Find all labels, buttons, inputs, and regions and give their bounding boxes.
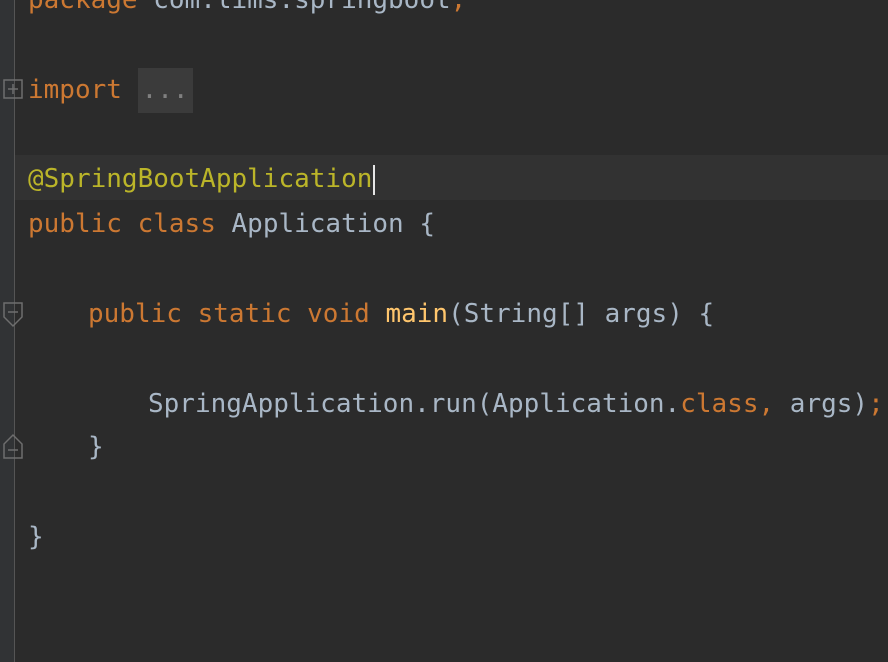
code-line-package[interactable]: package com.lims.springboot; [28, 0, 466, 23]
code-line-class-decl[interactable]: public class Application { [28, 202, 435, 247]
fold-expand-icon[interactable] [3, 79, 23, 99]
keyword: import [28, 75, 122, 105]
code-line-class-close[interactable]: } [28, 515, 44, 560]
annotation: @SpringBootApplication [28, 164, 373, 194]
keyword: package [28, 0, 138, 15]
keyword: class [137, 209, 216, 239]
keyword: class [680, 389, 759, 419]
semicolon: ; [868, 389, 884, 419]
code-line-run-call[interactable]: SpringApplication.run(Application.class,… [148, 382, 884, 427]
keyword: public [88, 299, 182, 329]
code-line-main-decl[interactable]: public static void main(String[] args) { [88, 292, 714, 337]
code-line-annotation[interactable]: @SpringBootApplication [28, 157, 376, 202]
method-params: (String[] args) { [448, 299, 715, 329]
code-line-import[interactable]: import ... [28, 68, 193, 113]
comma: , [758, 389, 775, 419]
closing-brace: } [28, 522, 44, 552]
semicolon: ; [450, 0, 467, 15]
keyword: void [307, 299, 370, 329]
fold-collapse-icon[interactable] [3, 433, 23, 459]
keyword: static [197, 299, 292, 329]
text-caret [373, 164, 376, 195]
code-editor[interactable]: package com.lims.springboot; import ... … [0, 0, 888, 662]
call-expression: SpringApplication.run(Application. [148, 389, 681, 419]
code-line-method-close[interactable]: } [88, 425, 104, 470]
fold-collapse-icon[interactable] [3, 302, 23, 328]
class-name: Application { [215, 209, 436, 239]
keyword: public [28, 209, 122, 239]
method-name: main [385, 299, 449, 329]
package-name: com.lims.springboot [137, 0, 451, 15]
folded-imports[interactable]: ... [137, 68, 193, 113]
editor-gutter[interactable] [0, 0, 15, 662]
closing-brace: } [88, 432, 104, 462]
call-args: args) [774, 389, 869, 419]
